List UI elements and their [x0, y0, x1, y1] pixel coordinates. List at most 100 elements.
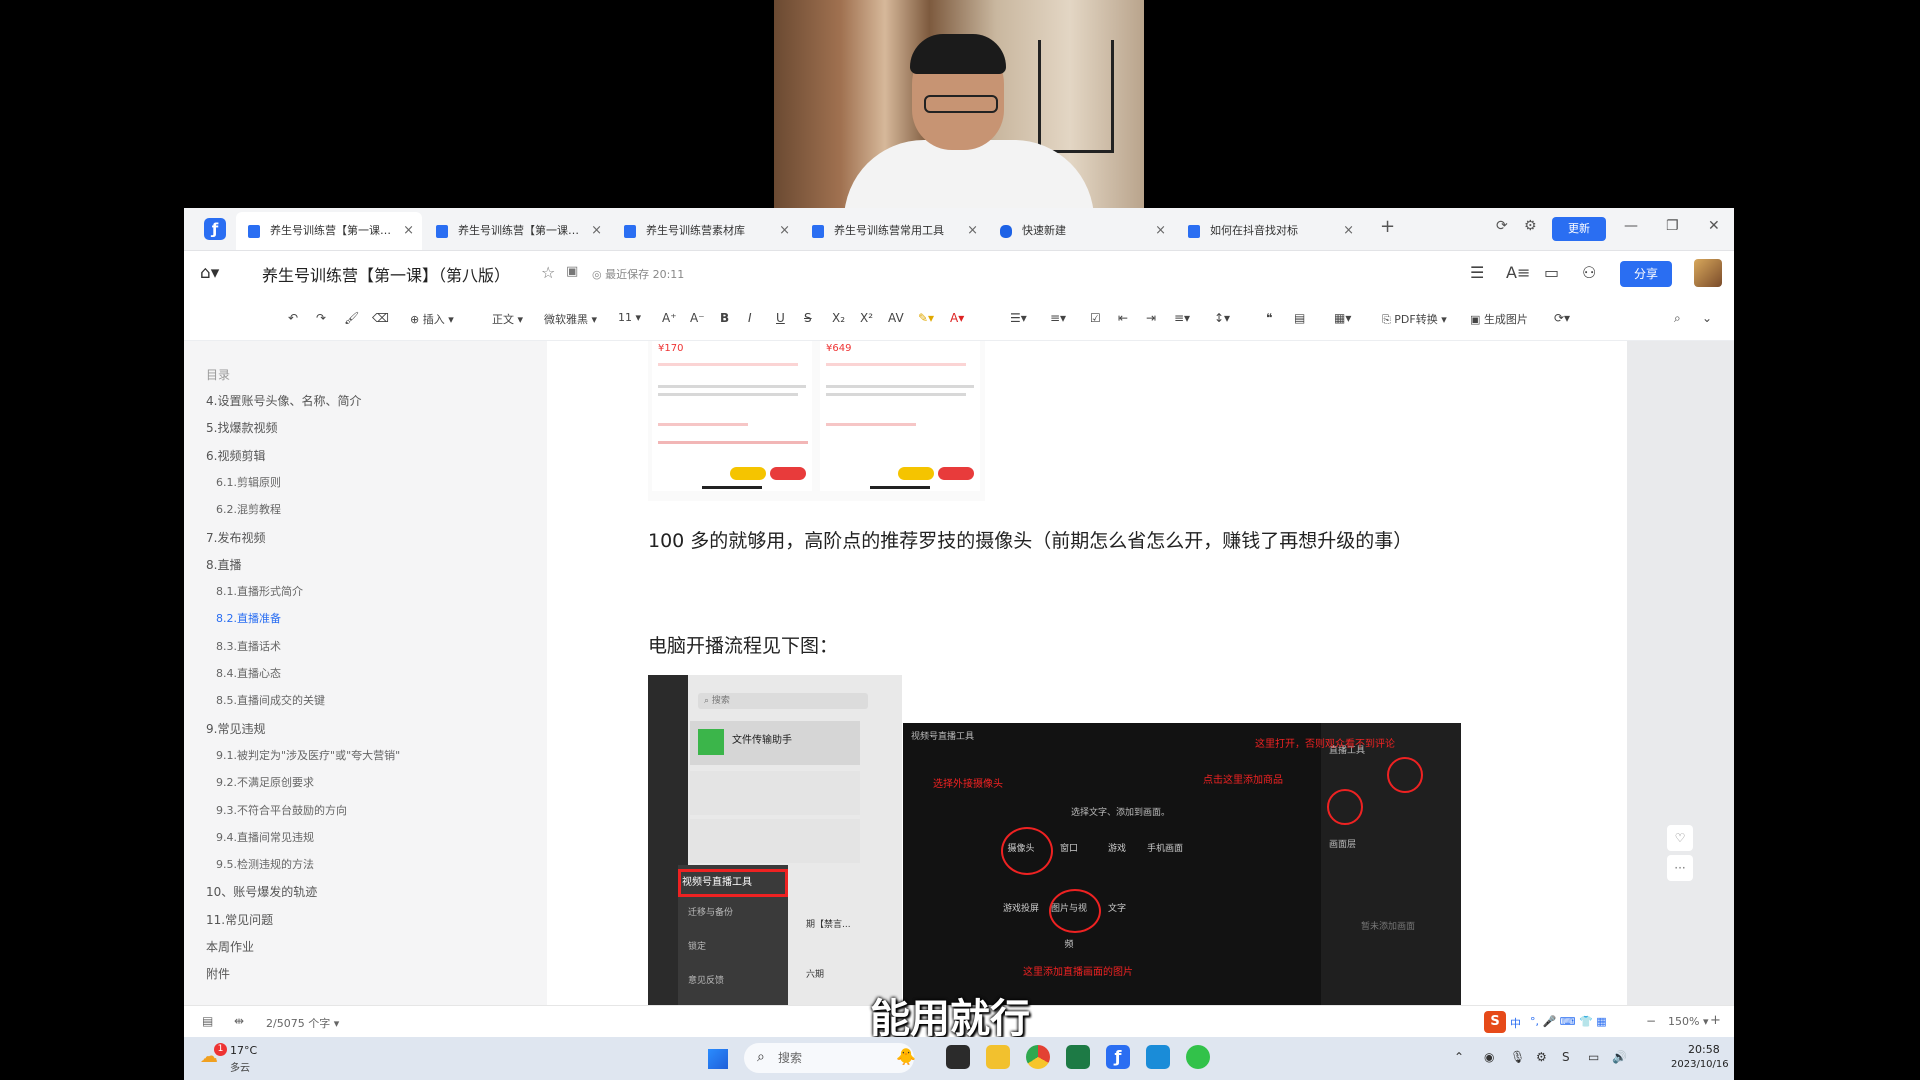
floating-more-icon[interactable]: ··· — [1667, 855, 1693, 881]
font-size-select[interactable]: 11 ▾ — [618, 311, 641, 324]
wechat-icon[interactable] — [1186, 1045, 1210, 1069]
decrease-font-icon[interactable]: A⁻ — [690, 311, 705, 325]
sync-icon[interactable]: ⟳ — [1496, 218, 1508, 234]
tab-course-1-copy[interactable]: 养生号训练营【第一课】... × — [424, 212, 610, 250]
toc-item[interactable]: 5.找爆款视频 — [206, 419, 277, 436]
numbered-list-icon[interactable]: ≡▾ — [1050, 311, 1066, 325]
char-spacing-icon[interactable]: AV — [888, 311, 904, 325]
zoom-in-icon[interactable]: + — [1710, 1013, 1721, 1028]
generate-image-button[interactable]: ▣ 生成图片 — [1470, 311, 1528, 327]
ime-mode[interactable]: 中 — [1510, 1015, 1521, 1031]
toc-item[interactable]: 10、账号爆发的轨迹 — [206, 883, 317, 900]
toc-item[interactable]: 11.常见问题 — [206, 911, 273, 928]
clock-time[interactable]: 20:58 — [1688, 1043, 1720, 1056]
line-spacing-icon[interactable]: ↕▾ — [1214, 311, 1230, 325]
close-icon[interactable]: × — [1155, 212, 1166, 250]
toc-item[interactable]: 8.4.直播心态 — [216, 665, 281, 681]
task-view-icon[interactable] — [946, 1045, 970, 1069]
zoom-out-icon[interactable]: − — [1646, 1014, 1656, 1028]
folder-icon[interactable]: ▣ — [566, 264, 578, 279]
floating-ai-icon[interactable]: ♡ — [1667, 825, 1693, 851]
toc-item[interactable]: 6.1.剪辑原则 — [216, 474, 281, 490]
windows-start-icon[interactable] — [708, 1049, 728, 1069]
toc-item[interactable]: 7.发布视频 — [206, 529, 265, 546]
italic-icon[interactable]: I — [748, 311, 752, 325]
star-icon[interactable]: ☆ — [541, 263, 555, 282]
strikethrough-icon[interactable]: S — [804, 311, 812, 325]
toc-item[interactable]: 9.1.被判定为"涉及医疗"或"夸大营销" — [216, 747, 400, 763]
zoom-level[interactable]: 150% ▾ — [1668, 1015, 1708, 1028]
toc-item[interactable]: 8.2.直播准备 — [216, 610, 281, 626]
window-close-icon[interactable]: ✕ — [1708, 218, 1720, 234]
wps-docs-icon[interactable]: ƒ — [1106, 1045, 1130, 1069]
sogou-ime-icon[interactable]: S — [1484, 1011, 1506, 1033]
tab-course-1-active[interactable]: 养生号训练营【第一课】... × — [236, 212, 422, 250]
redo-icon[interactable]: ↷ — [316, 311, 326, 325]
increase-font-icon[interactable]: A⁺ — [662, 311, 677, 325]
tab-quick-new[interactable]: 快速新建 × — [988, 212, 1174, 250]
new-tab-icon[interactable]: + — [1380, 216, 1395, 237]
avatar[interactable] — [1694, 259, 1722, 287]
font-color-icon[interactable]: A▾ — [950, 311, 964, 325]
app-logo-icon[interactable]: ƒ — [204, 218, 226, 240]
paragraph-style-select[interactable]: 正文 ▾ — [492, 311, 523, 327]
microphone-icon[interactable]: 🎙 — [1510, 1050, 1525, 1064]
browser-icon[interactable] — [1146, 1045, 1170, 1069]
search-highlight-icon[interactable]: 🐥 — [896, 1047, 916, 1066]
tab-tools[interactable]: 养生号训练营常用工具 × — [800, 212, 986, 250]
toc-item[interactable]: 8.5.直播间成交的关键 — [216, 692, 325, 708]
toc-item[interactable]: 8.3.直播话术 — [216, 638, 281, 654]
share-button[interactable]: 分享 — [1620, 261, 1672, 287]
toc-item[interactable]: 8.1.直播形式简介 — [216, 583, 303, 599]
tray-gear-icon[interactable]: ⚙ — [1536, 1050, 1547, 1064]
outline-toggle-icon[interactable]: ▤ — [202, 1014, 213, 1028]
toc-item[interactable]: 9.常见违规 — [206, 720, 265, 737]
close-icon[interactable]: × — [1343, 212, 1354, 250]
toc-item[interactable]: 9.4.直播间常见违规 — [216, 829, 314, 845]
excel-icon[interactable] — [1066, 1045, 1090, 1069]
font-family-select[interactable]: 微软雅黑 ▾ — [544, 311, 597, 327]
highlight-icon[interactable]: ✎▾ — [918, 311, 934, 325]
restore-icon[interactable]: ❐ — [1666, 218, 1679, 234]
format-painter-icon[interactable]: 🖌 — [344, 311, 359, 325]
clock-date[interactable]: 2023/10/16 — [1671, 1059, 1729, 1070]
toc-item[interactable]: 本周作业 — [206, 938, 254, 955]
close-icon[interactable]: × — [779, 212, 790, 250]
document-title[interactable]: 养生号训练营【第一课】（第八版） — [262, 262, 510, 286]
checkbox-icon[interactable]: ☑ — [1090, 311, 1101, 325]
chevron-down-icon[interactable]: ⌄ — [1702, 311, 1712, 325]
minimize-icon[interactable]: — — [1624, 218, 1638, 234]
undo-icon[interactable]: ↶ — [288, 311, 298, 325]
ime-toolbar-icons[interactable]: °, 🎤 ⌨ 👕 ▦ — [1530, 1015, 1607, 1028]
underline-icon[interactable]: U — [776, 311, 785, 325]
bold-icon[interactable]: B — [720, 311, 729, 325]
toc-item[interactable]: 9.5.检测违规的方法 — [216, 856, 314, 872]
align-icon[interactable]: ≡▾ — [1174, 311, 1190, 325]
volume-icon[interactable]: 🔊 — [1612, 1050, 1627, 1064]
close-icon[interactable]: × — [403, 212, 414, 250]
toc-item[interactable]: 6.视频剪辑 — [206, 447, 265, 464]
network-icon[interactable]: ▭ — [1588, 1050, 1599, 1064]
file-explorer-icon[interactable] — [986, 1045, 1010, 1069]
indent-increase-icon[interactable]: ⇥ — [1146, 311, 1156, 325]
toc-item[interactable]: 9.2.不满足原创要求 — [216, 774, 314, 790]
indent-decrease-icon[interactable]: ⇤ — [1118, 311, 1128, 325]
quote-icon[interactable]: ❝ — [1266, 311, 1272, 325]
menu-icon[interactable]: ☰ — [1470, 263, 1484, 282]
close-icon[interactable]: × — [967, 212, 978, 250]
toc-item[interactable]: 9.3.不符合平台鼓励的方向 — [216, 802, 347, 818]
taskbar-search-box[interactable]: 搜索 — [744, 1043, 914, 1073]
word-count[interactable]: 2/5075 个字 ▾ — [266, 1015, 339, 1031]
tray-app-icon[interactable]: ◉ — [1484, 1050, 1494, 1064]
clear-format-icon[interactable]: ⌫ — [372, 311, 389, 325]
bullet-list-icon[interactable]: ☰▾ — [1010, 311, 1027, 325]
search-icon[interactable]: ⌕ — [1674, 311, 1681, 326]
font-style-icon[interactable]: A≡ — [1506, 263, 1530, 282]
collaborators-icon[interactable]: ⚇ — [1582, 263, 1596, 282]
insert-menu[interactable]: ⊕ 插入 ▾ — [410, 311, 454, 327]
chrome-icon[interactable] — [1026, 1045, 1050, 1069]
home-icon[interactable]: ⌂▾ — [200, 263, 219, 283]
settings-gear-icon[interactable]: ⚙ — [1524, 218, 1537, 234]
update-button[interactable]: 更新 — [1552, 217, 1606, 241]
more-tools-icon[interactable]: ⟳▾ — [1554, 311, 1570, 325]
